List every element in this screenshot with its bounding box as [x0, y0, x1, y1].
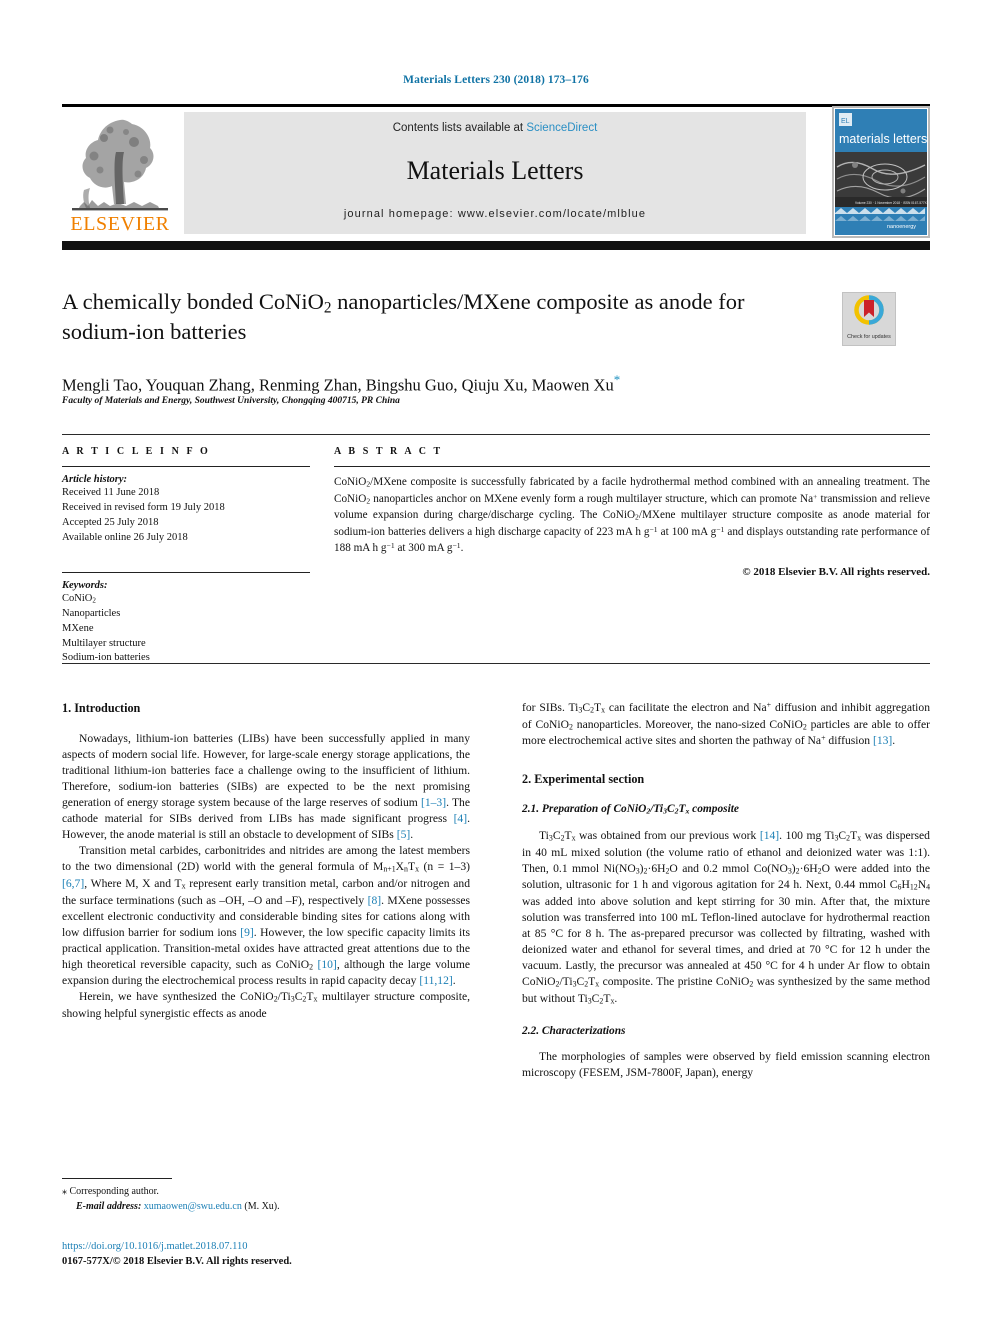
- info-section-bottom-rule: [62, 663, 930, 665]
- subsection-heading-2-2: 2.2. Characterizations: [522, 1024, 626, 1037]
- affiliation: Faculty of Materials and Energy, Southwe…: [62, 396, 400, 406]
- svg-text:materials letters: materials letters: [839, 132, 927, 146]
- paper-page: Materials Letters 230 (2018) 173–176 ELS…: [0, 0, 992, 1323]
- history-revised: Received in revised form 19 July 2018: [62, 502, 225, 513]
- citation-ref[interactable]: [11,12]: [419, 974, 452, 987]
- journal-homepage-line[interactable]: journal homepage: www.elsevier.com/locat…: [184, 208, 806, 220]
- citation-ref[interactable]: [13]: [873, 734, 892, 747]
- page-title: A chemically bonded CoNiO2 nanoparticles…: [62, 289, 745, 344]
- keyword-item: MXene: [62, 622, 94, 634]
- article-info-heading: A R T I C L E I N F O: [62, 446, 211, 457]
- citation-ref[interactable]: [5]: [397, 828, 411, 841]
- contents-list-line: Contents lists available at ScienceDirec…: [184, 122, 806, 134]
- elsevier-wordmark: ELSEVIER: [70, 213, 170, 235]
- email-owner: (M. Xu).: [244, 1201, 280, 1212]
- corresponding-author-marker: *: [613, 372, 621, 387]
- citation-ref[interactable]: [9]: [240, 926, 254, 939]
- sciencedirect-link[interactable]: ScienceDirect: [526, 122, 597, 134]
- banner-bottom-bar: [62, 241, 930, 250]
- journal-cover-thumbnail: EL materials letters Volume 230 · 1 Nove…: [832, 106, 930, 238]
- keyword-item: Nanoparticles: [62, 607, 121, 619]
- elsevier-logo: ELSEVIER: [64, 112, 176, 238]
- citation-ref[interactable]: [14]: [760, 829, 779, 842]
- body-column-left: 1. Introduction Nowadays, lithium-ion ba…: [62, 700, 470, 1022]
- doi-block: https://doi.org/10.1016/j.matlet.2018.07…: [62, 1239, 492, 1269]
- authors-names: Mengli Tao, Youquan Zhang, Renming Zhan,…: [62, 375, 614, 395]
- characterizations-paragraph-1: The morphologies of samples were observe…: [522, 1050, 930, 1080]
- keyword-item: CoNiO2: [62, 592, 96, 605]
- article-info-rule: [62, 466, 310, 468]
- keywords-label: Keywords:: [62, 579, 108, 591]
- body-column-right: for SIBs. Ti3C2Tx can facilitate the ele…: [522, 700, 930, 1082]
- email-note: E-mail address: xumaowen@swu.edu.cn (M. …: [62, 1199, 492, 1214]
- citation-ref[interactable]: [1–3]: [421, 796, 446, 809]
- abstract-rule: [334, 466, 930, 468]
- article-info-block: A R T I C L E I N F O Article history: R…: [62, 446, 310, 666]
- contents-prefix: Contents lists available at: [392, 122, 527, 134]
- abstract-text: CoNiO2/MXene composite is successfully f…: [334, 476, 930, 555]
- history-received: Received 11 June 2018: [62, 487, 160, 499]
- abstract-block: A B S T R A C T CoNiO2/MXene composite i…: [334, 446, 930, 578]
- footnote-block: ⁎ Corresponding author. E-mail address: …: [62, 1184, 492, 1214]
- article-history-label: Article history:: [62, 474, 128, 486]
- info-section-top-rule: [62, 434, 930, 436]
- svg-text:Volume 230 · 1 November 2018 ·: Volume 230 · 1 November 2018 · ISSN 0167…: [855, 201, 928, 205]
- corresponding-author-text: Corresponding author.: [69, 1186, 159, 1197]
- keywords-block: Keywords: CoNiO2 Nanoparticles MXene Mul…: [62, 571, 310, 667]
- doi-link[interactable]: https://doi.org/10.1016/j.matlet.2018.07…: [62, 1239, 492, 1254]
- keyword-item: Multilayer structure: [62, 637, 146, 649]
- citation-ref[interactable]: [8]: [368, 894, 382, 907]
- intro-paragraph-1: Nowadays, lithium-ion batteries (LIBs) h…: [62, 731, 470, 842]
- journal-banner: ELSEVIER Contents lists available at Sci…: [62, 104, 930, 250]
- email-link[interactable]: xumaowen@swu.edu.cn: [144, 1201, 242, 1212]
- svg-text:EL: EL: [841, 118, 850, 125]
- asterisk-icon: ⁎: [62, 1186, 67, 1197]
- corresponding-author-note: ⁎ Corresponding author.: [62, 1184, 492, 1199]
- section-heading-experimental: 2. Experimental section: [522, 772, 645, 787]
- crossmark-badge[interactable]: Check for updates: [842, 292, 896, 346]
- footnote-rule: [62, 1178, 172, 1180]
- journal-title: Materials Letters: [406, 156, 584, 185]
- citation-ref[interactable]: [4]: [454, 812, 468, 825]
- issn-copyright-line: 0167-577X/© 2018 Elsevier B.V. All right…: [62, 1256, 292, 1268]
- intro-paragraph-2: Transition metal carbides, carbonitrides…: [62, 844, 471, 988]
- citation-ref[interactable]: [10]: [318, 958, 337, 971]
- intro-paragraph-3-continued: for SIBs. Ti3C2Tx can facilitate the ele…: [522, 700, 930, 748]
- experimental-paragraph-1: Ti3C2Tx was obtained from our previous w…: [522, 829, 930, 1006]
- intro-paragraph-3: Herein, we have synthesized the CoNiO2/T…: [62, 990, 470, 1021]
- running-head: Materials Letters 230 (2018) 173–176: [403, 74, 589, 86]
- cover-footer-label: nanoenergy: [887, 224, 916, 230]
- author-list: Mengli Tao, Youquan Zhang, Renming Zhan,…: [62, 372, 842, 396]
- subsection-heading-2-1: 2.1. Preparation of CoNiO2/Ti3C2Tx compo…: [522, 803, 739, 816]
- history-online: Available online 26 July 2018: [62, 531, 188, 543]
- banner-top-rule: [62, 104, 930, 107]
- copyright-line: © 2018 Elsevier B.V. All rights reserved…: [742, 566, 930, 579]
- citation-ref[interactable]: [6,7]: [62, 877, 84, 890]
- email-label: E-mail address:: [76, 1201, 142, 1212]
- history-accepted: Accepted 25 July 2018: [62, 516, 159, 528]
- title-block: A chemically bonded CoNiO2 nanoparticles…: [62, 288, 822, 347]
- section-heading-introduction: 1. Introduction: [62, 701, 141, 715]
- crossmark-label: Check for updates: [847, 334, 891, 341]
- banner-grey-strip: Contents lists available at ScienceDirec…: [184, 112, 806, 234]
- keywords-rule: [62, 571, 310, 573]
- abstract-heading: A B S T R A C T: [334, 446, 443, 457]
